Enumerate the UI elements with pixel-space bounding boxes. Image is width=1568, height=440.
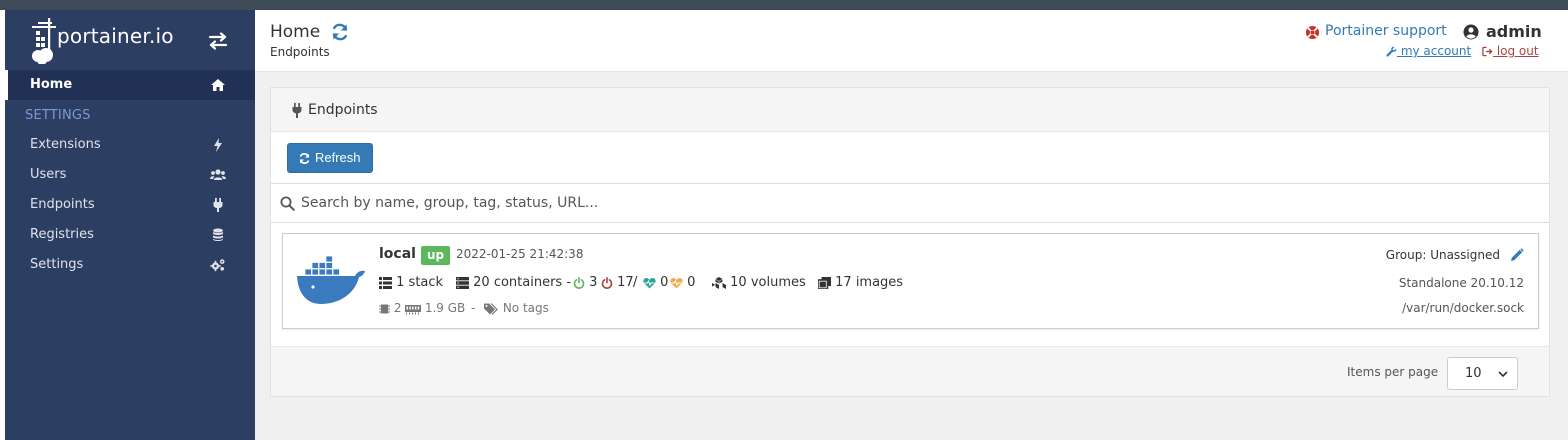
status-badge: up: [421, 246, 451, 265]
panel-footer: Items per page 10: [271, 346, 1549, 396]
sidebar: portainer.io Home SETTINGS Extensions Us…: [5, 10, 255, 440]
wrench-icon: [1386, 46, 1397, 57]
refresh-icon[interactable]: [330, 22, 350, 42]
cpu-stat: 2: [379, 301, 401, 315]
images-count: 17 images: [835, 275, 904, 290]
endpoint-url: /var/run/docker.sock: [1402, 301, 1524, 315]
sidebar-item-users[interactable]: Users: [5, 160, 255, 190]
containers-count: 20 containers -: [473, 275, 572, 290]
sidebar-item-home[interactable]: Home: [5, 70, 255, 100]
heartbeat-broken-icon: [670, 277, 683, 288]
stopped-count: 17: [617, 275, 634, 290]
stacks-stat: 1 stack: [379, 275, 443, 290]
username: admin: [1486, 22, 1542, 41]
sidebar-item-label: Settings: [30, 257, 84, 272]
life-ring-icon: [1305, 25, 1320, 40]
refresh-icon: [299, 153, 310, 164]
panel-title: Endpoints: [308, 102, 378, 118]
portainer-logo[interactable]: portainer.io: [28, 18, 188, 66]
user-circle-icon: [1463, 24, 1479, 40]
browser-top-strip: [0, 0, 1568, 10]
containers-stat: 20 containers -: [456, 275, 571, 290]
running-stat: 3: [573, 275, 597, 290]
support-link-label: Portainer support: [1325, 23, 1447, 39]
healthy-stat: 0: [643, 275, 668, 290]
my-account-link[interactable]: my account: [1386, 44, 1471, 58]
cogs-icon: [210, 259, 225, 272]
sidebar-item-label: Home: [30, 77, 73, 92]
server-icon: [456, 276, 469, 289]
stacks-count: 1 stack: [396, 275, 444, 290]
volumes-count: 10 volumes: [730, 275, 806, 290]
plug-icon: [292, 103, 302, 118]
pencil-icon[interactable]: [1510, 248, 1524, 262]
items-per-page-label: Items per page: [1347, 365, 1439, 379]
endpoint-timestamp: 2022-01-25 21:42:38: [456, 247, 584, 261]
slash-separator: /: [633, 275, 638, 290]
sidebar-item-settings[interactable]: Settings: [5, 250, 255, 280]
page-header: Home Endpoints Portainer support admin m…: [255, 10, 1568, 72]
endpoints-panel: Endpoints Refresh Search by name, group,…: [270, 87, 1550, 397]
memory-icon: [405, 304, 421, 314]
my-account-label: my account: [1397, 44, 1472, 58]
endpoint-card[interactable]: local up 2022-01-25 21:42:38 1 stack 20 …: [282, 233, 1539, 329]
items-per-page-select[interactable]: 10: [1447, 357, 1518, 390]
unhealthy-count: 0: [687, 275, 696, 290]
running-count: 3: [589, 275, 598, 290]
unhealthy-stat: 0: [670, 275, 695, 290]
images-stat: 17 images: [818, 275, 903, 290]
page-title: Home: [270, 22, 321, 42]
search-icon: [280, 196, 295, 211]
sign-out-icon: [1482, 46, 1493, 57]
power-off-icon: [601, 276, 613, 289]
database-icon: [213, 228, 223, 241]
search-input[interactable]: [301, 190, 1501, 216]
users-icon: [210, 169, 226, 180]
endpoint-name: local: [379, 246, 416, 262]
sidebar-item-extensions[interactable]: Extensions: [5, 130, 255, 160]
sidebar-header: portainer.io: [5, 10, 255, 70]
stopped-stat: 17: [601, 275, 634, 290]
sidebar-item-label: Extensions: [30, 137, 101, 152]
sidebar-item-label: Registries: [30, 227, 94, 242]
power-on-icon: [573, 276, 585, 289]
sidebar-item-endpoints[interactable]: Endpoints: [5, 190, 255, 220]
healthy-count: 0: [660, 275, 669, 290]
stack-icon: [379, 276, 392, 289]
heartbeat-icon: [643, 277, 656, 288]
chevron-down-icon: [1498, 371, 1508, 378]
volumes-stat: 10 volumes: [712, 275, 806, 290]
tags-value: No tags: [502, 301, 549, 315]
memory-stat: 1.9 GB: [405, 301, 465, 315]
sidebar-item-registries[interactable]: Registries: [5, 220, 255, 250]
panel-header: Endpoints: [271, 88, 1549, 132]
cpu-count: 2: [393, 301, 402, 315]
logo-text: portainer.io: [57, 24, 174, 48]
log-out-link[interactable]: log out: [1482, 44, 1539, 58]
cubes-icon: [712, 276, 726, 289]
cpu-icon: [379, 304, 390, 313]
endpoint-version: Standalone 20.10.12: [1398, 276, 1524, 290]
clone-icon: [818, 276, 831, 289]
breadcrumb: Endpoints: [270, 45, 330, 59]
docker-logo-icon: [297, 255, 365, 304]
bolt-icon: [214, 138, 222, 152]
sidebar-toggle-icon[interactable]: [207, 32, 229, 50]
search-bar: [271, 183, 1549, 223]
plug-icon: [213, 198, 223, 212]
tags-icon: [484, 302, 498, 315]
endpoint-group: Group: Unassigned: [1385, 248, 1500, 262]
sidebar-section-settings: SETTINGS: [25, 108, 91, 123]
sidebar-item-label: Users: [30, 167, 67, 182]
dash-separator: -: [471, 301, 476, 315]
items-per-page-value: 10: [1465, 366, 1482, 381]
refresh-button-label: Refresh: [315, 150, 361, 165]
sidebar-item-label: Endpoints: [30, 197, 95, 212]
tags-stat: No tags: [484, 301, 549, 315]
memory-size: 1.9 GB: [424, 301, 466, 315]
home-icon: [211, 79, 225, 91]
refresh-button[interactable]: Refresh: [287, 143, 373, 173]
log-out-label: log out: [1493, 44, 1539, 58]
